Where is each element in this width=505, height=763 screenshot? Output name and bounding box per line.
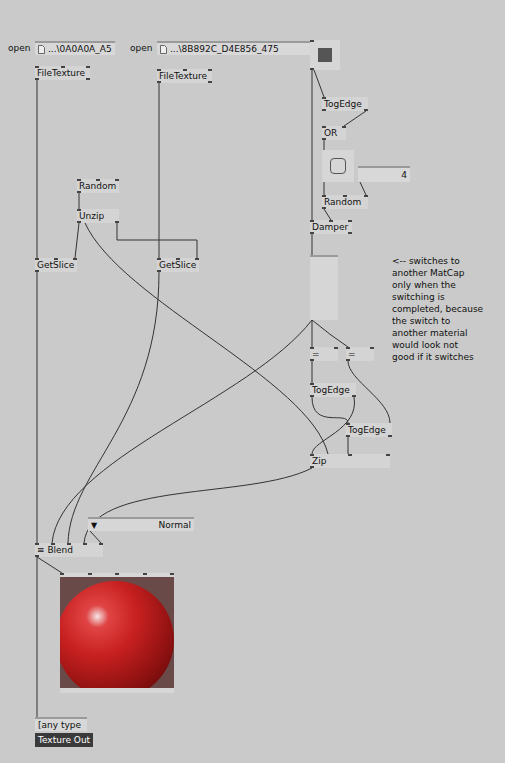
wire xyxy=(117,223,197,258)
wire xyxy=(324,140,325,150)
wire xyxy=(52,320,312,543)
output-label: Texture Out xyxy=(35,733,93,747)
wire xyxy=(312,320,313,347)
file-path-box[interactable]: ...\0A0A0A_A5 xyxy=(35,41,115,55)
file-icon xyxy=(38,45,45,54)
node[interactable]: FileTexture xyxy=(157,69,212,83)
toggle-mark xyxy=(318,48,332,62)
number-box[interactable]: 4 xyxy=(358,166,410,182)
wire xyxy=(37,80,38,258)
wire xyxy=(37,557,62,573)
node[interactable]: Unzip xyxy=(77,209,119,223)
node[interactable]: TogEdge xyxy=(322,97,368,111)
menu-icon: ≡ xyxy=(37,545,45,555)
file-icon xyxy=(160,45,167,54)
bang-mark xyxy=(330,158,346,174)
node[interactable]: = xyxy=(346,347,374,361)
wire xyxy=(324,182,325,195)
node[interactable]: OR xyxy=(322,126,346,140)
wire xyxy=(344,111,366,126)
open-button[interactable]: open xyxy=(8,43,30,53)
texture-preview xyxy=(60,573,174,693)
wire xyxy=(312,397,348,423)
node[interactable]: Damper xyxy=(310,220,352,234)
dropdown-icon: ▼ xyxy=(91,521,97,530)
file-path-box[interactable]: ...\8B892C_D4E856_475 xyxy=(157,41,312,55)
wire xyxy=(75,223,79,258)
wire xyxy=(68,272,159,543)
wire xyxy=(312,320,348,347)
node[interactable]: TogEdge xyxy=(310,383,356,397)
wire xyxy=(90,531,101,543)
wire xyxy=(37,557,38,717)
enum-box[interactable]: ▼Normal xyxy=(88,517,194,531)
wire xyxy=(85,223,328,454)
wire xyxy=(324,209,331,220)
wire xyxy=(314,70,324,97)
node[interactable]: = xyxy=(310,347,338,361)
wire xyxy=(348,437,349,454)
wire xyxy=(360,182,366,195)
node[interactable]: TogEdge xyxy=(346,423,392,437)
wire xyxy=(84,468,312,543)
node[interactable]: Zip xyxy=(310,454,390,468)
wire xyxy=(312,70,313,220)
node[interactable]: Random xyxy=(77,179,119,193)
patch-canvas: open ...\0A0A0A_A5 open ...\8B892C_D4E856_4… xyxy=(0,0,505,763)
open-button[interactable]: open xyxy=(130,43,152,53)
wire xyxy=(159,83,160,258)
node[interactable]: GetSlice xyxy=(35,258,77,272)
bang-button[interactable] xyxy=(322,150,354,182)
toggle[interactable] xyxy=(310,40,340,70)
wire xyxy=(312,234,313,255)
node[interactable]: FileTexture xyxy=(35,66,90,80)
wire xyxy=(312,361,313,383)
comment: <-- switches toanother MatCaponly when t… xyxy=(392,255,483,363)
node[interactable]: Random xyxy=(322,195,368,209)
blend-node[interactable]: ≡ Blend xyxy=(35,543,103,557)
node[interactable]: GetSlice xyxy=(157,258,199,272)
value-slider[interactable] xyxy=(310,255,338,320)
wire xyxy=(37,272,38,543)
wire xyxy=(79,193,80,209)
output-box[interactable]: [any type xyxy=(35,717,87,731)
